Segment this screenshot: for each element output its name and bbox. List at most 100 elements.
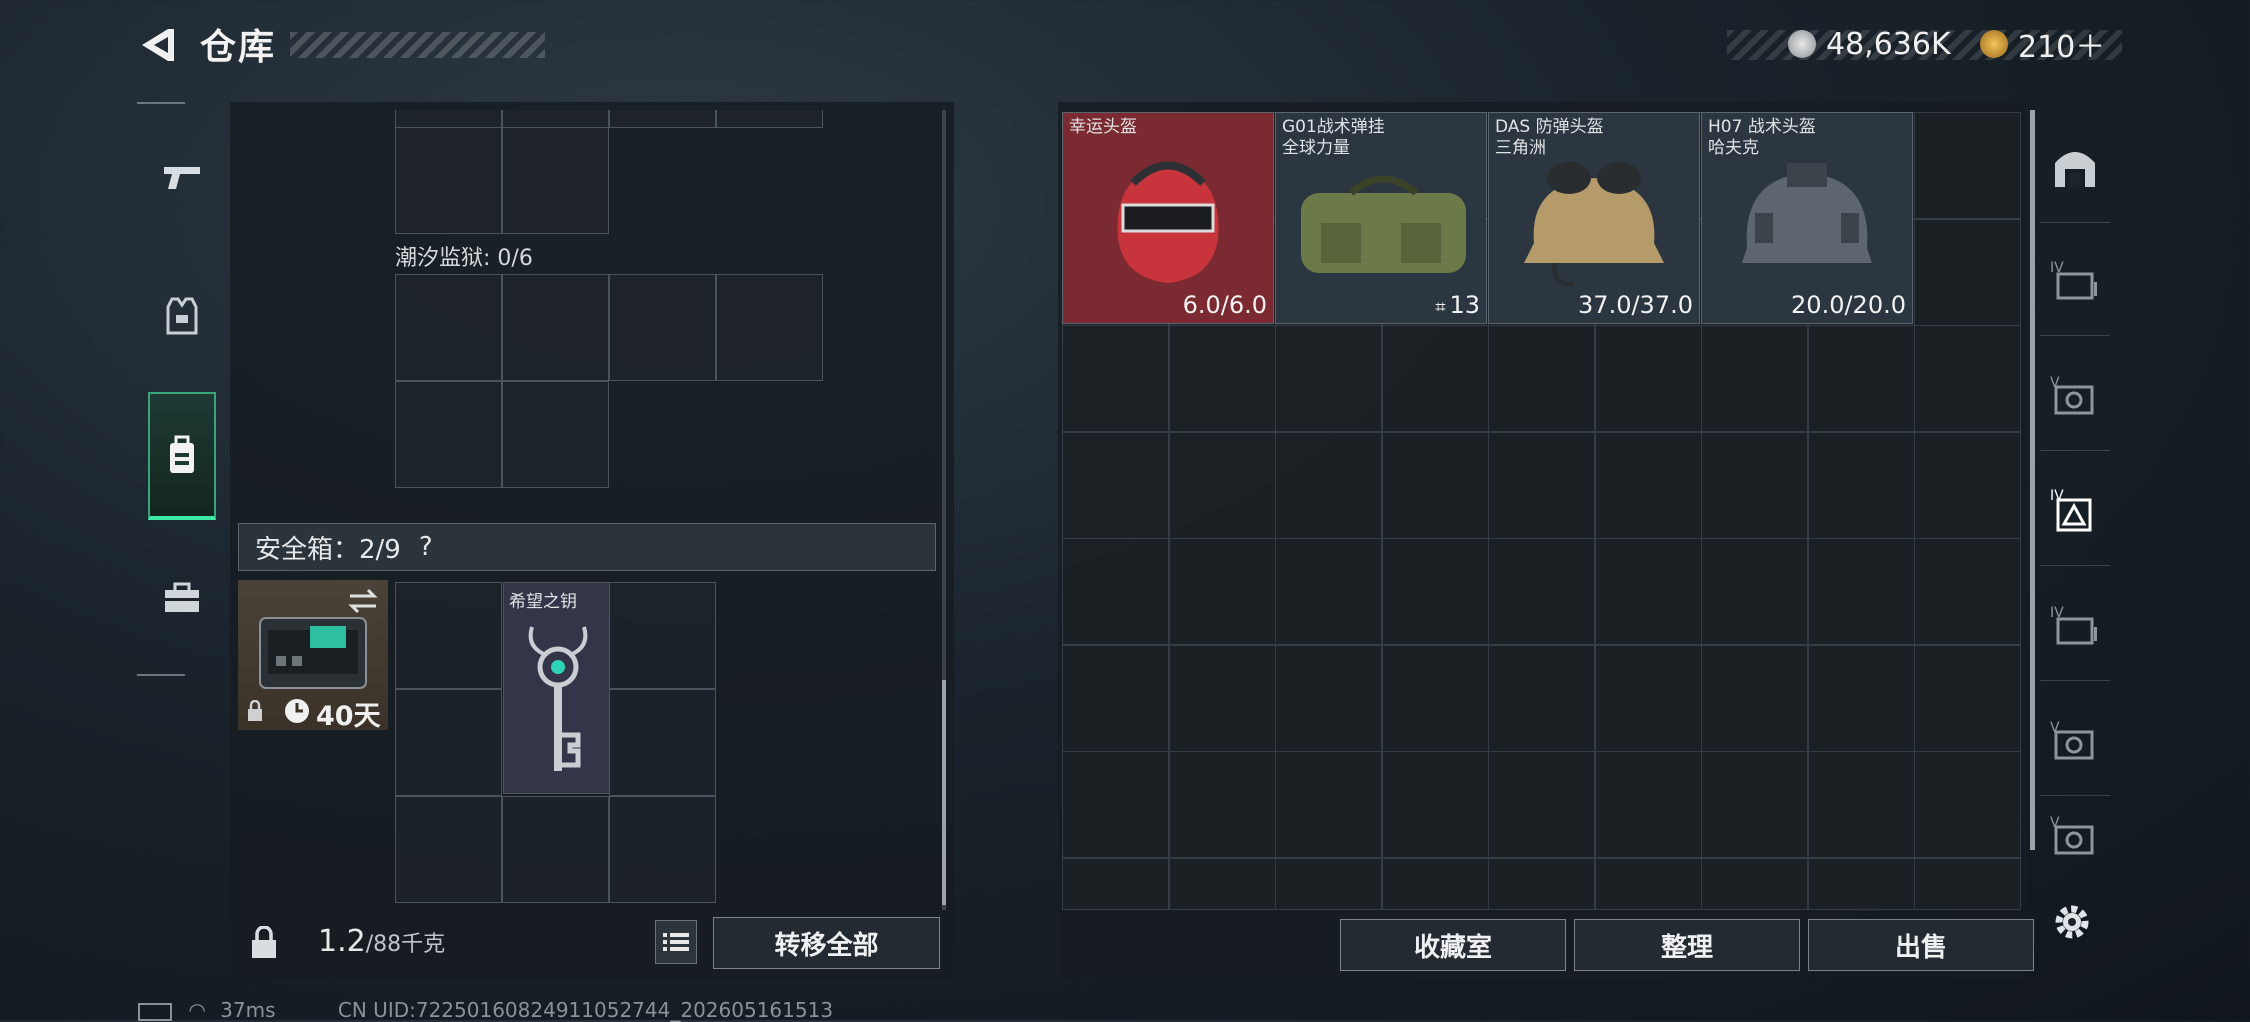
list-view-button[interactable]	[655, 920, 697, 964]
key-item-slot[interactable]: 希望之钥	[503, 582, 610, 794]
safe-box-help-icon[interactable]: ?	[419, 532, 433, 562]
warehouse-grid-cell[interactable]	[1807, 538, 1915, 645]
organize-button[interactable]: 整理	[1574, 919, 1800, 971]
warehouse-grid-cell[interactable]	[1168, 431, 1276, 539]
tab-armor[interactable]	[148, 280, 216, 352]
grid-cell[interactable]	[395, 127, 502, 234]
warehouse-grid-cell[interactable]	[1381, 325, 1489, 432]
warehouse-grid-cell[interactable]	[1594, 644, 1702, 752]
safe-grid-cell[interactable]	[609, 796, 716, 903]
warehouse-grid-cell[interactable]	[1062, 644, 1169, 752]
warehouse-grid-cell[interactable]	[1168, 538, 1276, 645]
storage-tab-5b[interactable]: V	[2040, 685, 2110, 796]
storage-tab-4b[interactable]: IV	[2040, 570, 2110, 681]
grid-cell[interactable]	[502, 110, 609, 128]
warehouse-grid-cell[interactable]	[1594, 325, 1702, 432]
item-h07-helmet[interactable]: H07 战术头盔 哈夫克 20.0/20.0	[1701, 112, 1913, 324]
warehouse-grid-cell[interactable]	[1488, 751, 1595, 858]
warehouse-grid-cell[interactable]	[1381, 431, 1489, 539]
warehouse-grid-cell[interactable]	[1168, 857, 1276, 910]
safe-box-container[interactable]: 40天	[238, 580, 388, 732]
warehouse-grid-cell[interactable]	[1914, 644, 2021, 752]
warehouse-grid-cell[interactable]	[1168, 751, 1276, 858]
warehouse-grid-cell[interactable]	[1062, 325, 1169, 432]
swap-icon[interactable]	[348, 588, 378, 614]
grid-cell[interactable]	[395, 110, 502, 128]
tab-weapons[interactable]	[148, 142, 216, 214]
warehouse-grid-cell[interactable]	[1914, 857, 2021, 910]
warehouse-grid-cell[interactable]	[1914, 325, 2021, 432]
warehouse-grid-cell[interactable]	[1488, 857, 1595, 910]
warehouse-grid-cell[interactable]	[1488, 325, 1595, 432]
warehouse-grid-cell[interactable]	[1594, 538, 1702, 645]
warehouse-grid-cell[interactable]	[1914, 538, 2021, 645]
warehouse-grid-cell[interactable]	[1807, 325, 1915, 432]
warehouse-grid-cell[interactable]	[1488, 644, 1595, 752]
warehouse-grid-cell[interactable]	[1807, 751, 1915, 858]
warehouse-grid-cell[interactable]	[1381, 857, 1489, 910]
warehouse-grid-cell[interactable]	[1062, 857, 1169, 910]
warehouse-grid-cell[interactable]	[1914, 431, 2021, 539]
warehouse-grid-cell[interactable]	[1275, 538, 1382, 645]
safe-grid-cell[interactable]	[609, 689, 716, 796]
safe-grid-cell[interactable]	[395, 582, 502, 689]
safe-grid-cell[interactable]	[609, 582, 716, 689]
backpack-lock-button[interactable]	[230, 908, 298, 978]
settings-button[interactable]	[2050, 900, 2100, 950]
warehouse-grid-cell[interactable]	[1701, 644, 1808, 752]
safe-grid-cell[interactable]	[395, 689, 502, 796]
warehouse-grid-cell[interactable]	[1168, 325, 1276, 432]
warehouse-grid-cell[interactable]	[1914, 218, 2021, 326]
warehouse-grid-cell[interactable]	[1807, 857, 1915, 910]
warehouse-grid-cell[interactable]	[1275, 431, 1382, 539]
grid-cell[interactable]	[395, 274, 502, 381]
grid-cell[interactable]	[609, 110, 716, 128]
warehouse-grid-cell[interactable]	[1275, 857, 1382, 910]
tab-case[interactable]	[148, 562, 216, 634]
storage-tab-5c[interactable]: V	[2040, 790, 2110, 880]
warehouse-grid-cell[interactable]	[1488, 431, 1595, 539]
item-das-helmet[interactable]: DAS 防弹头盔 三角洲 37.0/37.0	[1488, 112, 1700, 324]
storage-tab-5a[interactable]: V	[2040, 340, 2110, 451]
grid-cell[interactable]	[395, 381, 502, 488]
gold-currency[interactable]: 210＋	[1980, 26, 2105, 65]
safe-grid-cell[interactable]	[395, 796, 502, 903]
grid-cell[interactable]	[502, 127, 609, 234]
grid-cell[interactable]	[716, 110, 823, 128]
sell-button[interactable]: 出售	[1808, 919, 2034, 971]
warehouse-grid-cell[interactable]	[1062, 538, 1169, 645]
collection-room-button[interactable]: 收藏室	[1340, 919, 1566, 971]
back-button[interactable]	[135, 22, 181, 68]
warehouse-grid-cell[interactable]	[1381, 644, 1489, 752]
warehouse-grid-cell[interactable]	[1807, 431, 1915, 539]
warehouse-grid-cell[interactable]	[1275, 325, 1382, 432]
warehouse-grid-cell[interactable]	[1062, 431, 1169, 539]
grid-cell[interactable]	[502, 381, 609, 488]
silver-currency[interactable]: 48,636K	[1788, 26, 1951, 62]
item-g01-chest-rig[interactable]: G01战术弹挂 全球力量 ⌗ 13	[1275, 112, 1487, 324]
right-scrollbar[interactable]	[2030, 110, 2035, 850]
storage-tab-active[interactable]: IV	[2040, 455, 2110, 566]
warehouse-grid-cell[interactable]	[1594, 751, 1702, 858]
grid-cell[interactable]	[716, 274, 823, 381]
warehouse-grid-cell[interactable]	[1701, 431, 1808, 539]
warehouse-grid-cell[interactable]	[1381, 538, 1489, 645]
safe-grid-cell[interactable]	[502, 796, 609, 903]
warehouse-grid-cell[interactable]	[1168, 644, 1276, 752]
item-lucky-helmet[interactable]: 幸运头盔 6.0/6.0	[1062, 112, 1274, 324]
left-scrollbar-thumb[interactable]	[942, 680, 946, 905]
warehouse-grid-cell[interactable]	[1914, 751, 2021, 858]
storage-tab-home[interactable]	[2040, 112, 2110, 223]
warehouse-grid-cell[interactable]	[1914, 112, 2021, 219]
warehouse-grid-cell[interactable]	[1275, 751, 1382, 858]
warehouse-grid-cell[interactable]	[1701, 857, 1808, 910]
warehouse-grid-cell[interactable]	[1488, 538, 1595, 645]
storage-tab-4a[interactable]: IV	[2040, 225, 2110, 336]
grid-cell[interactable]	[502, 274, 609, 381]
warehouse-grid-cell[interactable]	[1594, 857, 1702, 910]
warehouse-grid-cell[interactable]	[1062, 751, 1169, 858]
tab-backpack[interactable]	[148, 392, 216, 520]
warehouse-grid-cell[interactable]	[1594, 431, 1702, 539]
warehouse-grid-cell[interactable]	[1807, 644, 1915, 752]
warehouse-grid-cell[interactable]	[1701, 538, 1808, 645]
